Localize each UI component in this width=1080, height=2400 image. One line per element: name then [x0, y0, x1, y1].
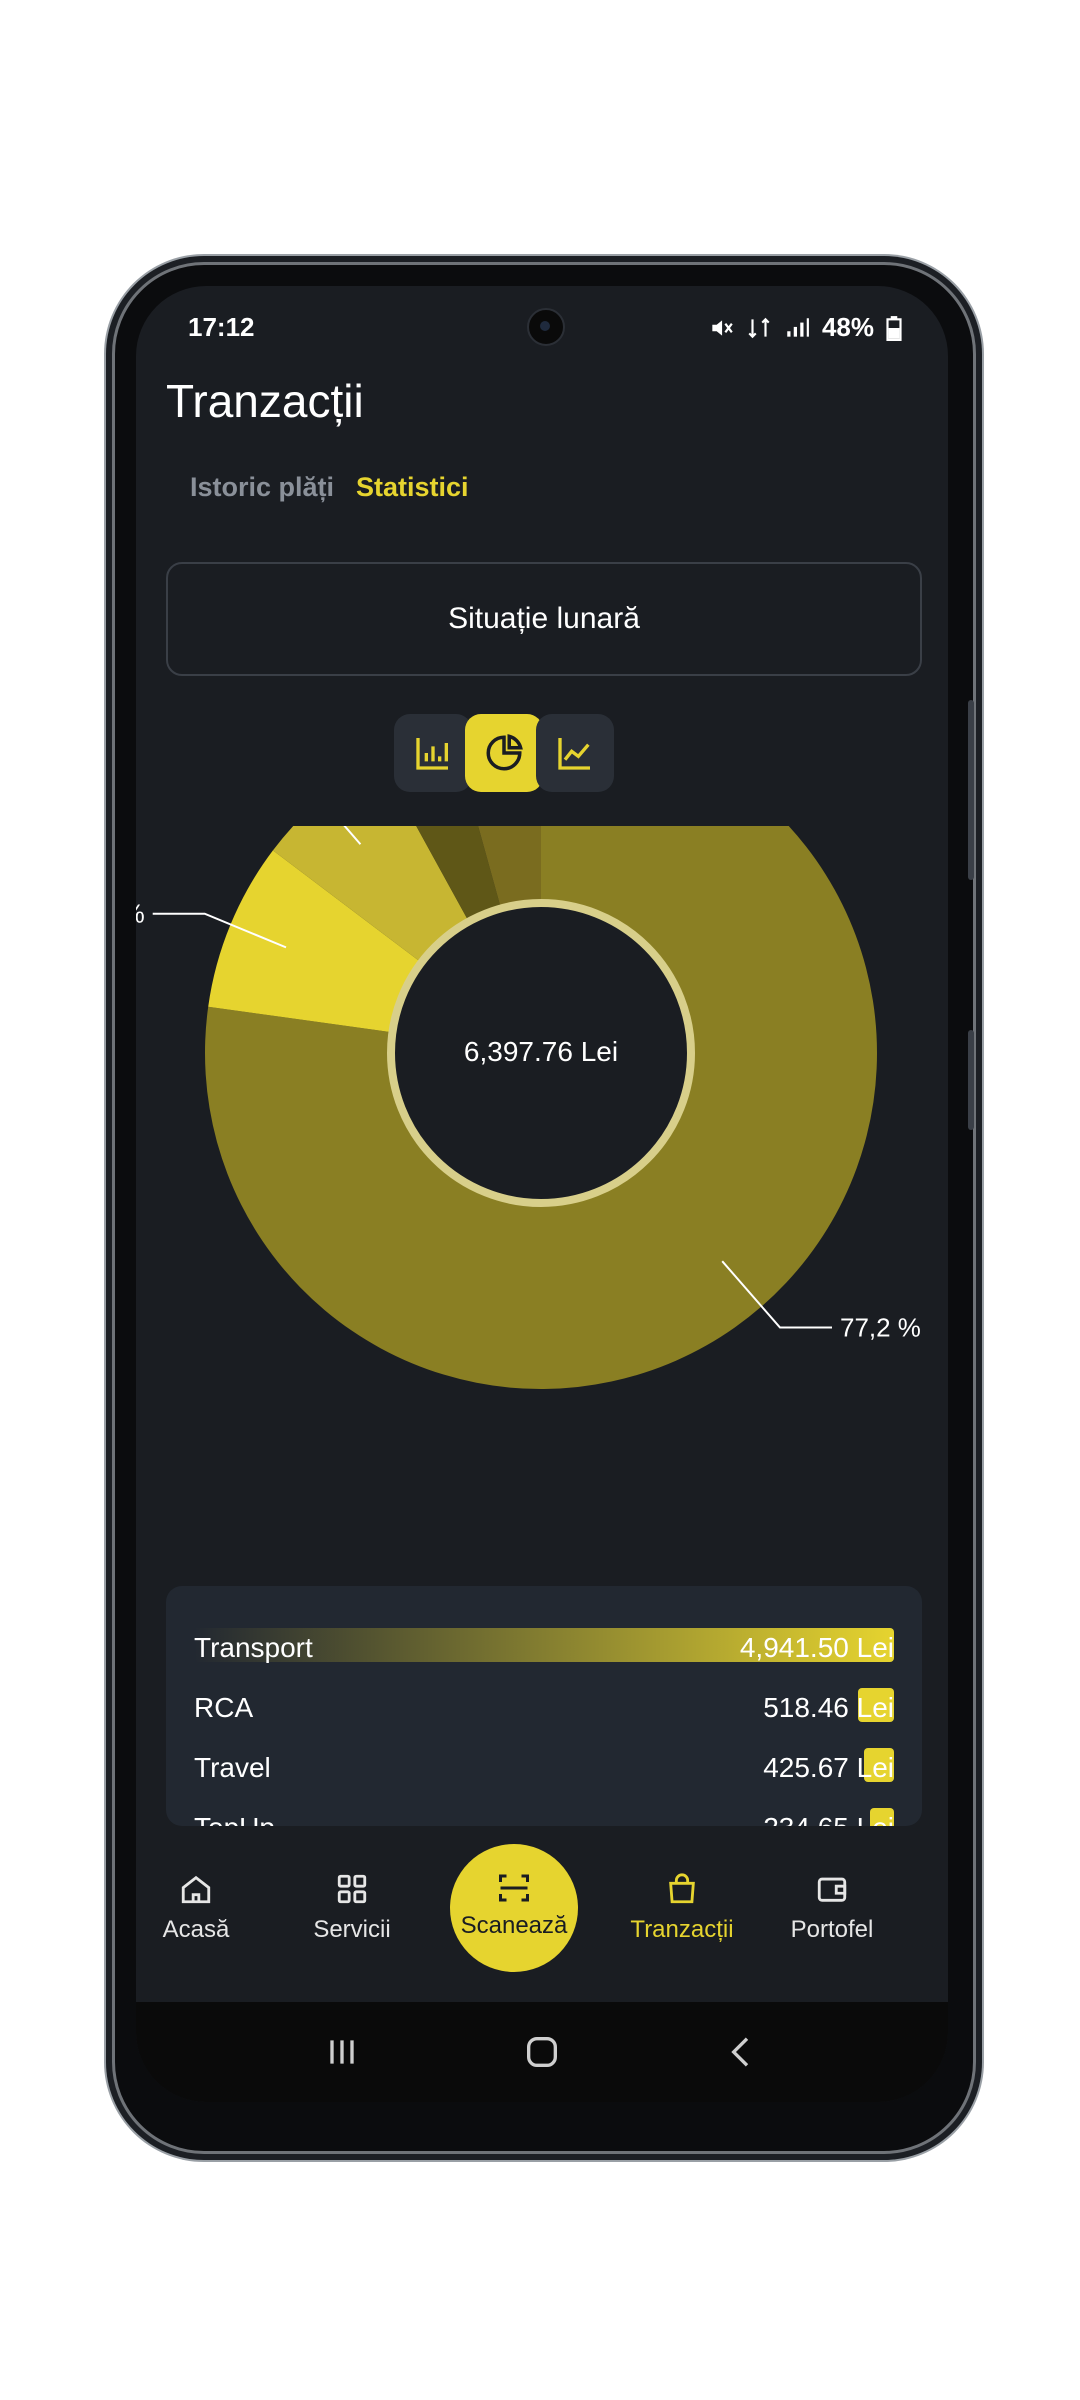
wallet-icon [817, 1877, 847, 1902]
line-chart-view-button[interactable] [536, 714, 614, 792]
front-camera [527, 308, 565, 346]
nav-scan-button[interactable]: Scanează [450, 1844, 578, 1972]
home-circle-icon[interactable] [522, 2032, 562, 2072]
page-title: Tranzacții [166, 375, 364, 427]
recent-apps-icon[interactable] [322, 2032, 362, 2072]
mute-icon [712, 319, 733, 336]
tab-statistics[interactable]: Statistici [356, 472, 469, 503]
battery-percent: 48% [821, 312, 874, 342]
shopping-bag-icon [669, 1873, 695, 1904]
scan-icon [499, 1874, 529, 1902]
status-icons: 48% [708, 312, 902, 343]
signal-icon [787, 317, 809, 337]
status-time: 17:12 [188, 312, 255, 342]
network-icon [748, 317, 770, 338]
breakdown-amount: 518.46 Lei [763, 1692, 894, 1723]
tab-payment-history[interactable]: Istoric plăți [190, 472, 334, 503]
pie-slice-label: 8,1 % [136, 899, 145, 929]
nav-services-label: Servicii [313, 1916, 391, 1943]
breakdown-category: Travel [194, 1752, 271, 1783]
bar-chart-view-button[interactable] [394, 714, 472, 792]
chart-center-total: 6,397.76 Lei [464, 1036, 618, 1067]
pie-slice-label: 77,2 % [840, 1313, 921, 1343]
category-breakdown-list: Transport 4,941.50 Lei RCA 518.46 Lei Tr… [166, 1586, 922, 1826]
home-icon [181, 1875, 211, 1904]
line-chart-icon [558, 738, 590, 770]
breakdown-amount: 4,941.50 Lei [739, 1632, 894, 1663]
system-navigation-bar [136, 2002, 948, 2102]
tab-bar: Istoric plăți Statistici [166, 472, 922, 542]
pie-chart-view-button[interactable] [465, 714, 543, 792]
nav-home-label: Acasă [162, 1916, 230, 1943]
breakdown-amount: 234.65 Lei [763, 1812, 894, 1826]
nav-transactions-label: Tranzacții [630, 1916, 734, 1943]
period-selector[interactable]: Situație lunară [166, 562, 922, 676]
breakdown-category: TopUp [194, 1812, 275, 1826]
volume-button [968, 700, 974, 880]
nav-scan-label: Scanează [460, 1912, 568, 1939]
breakdown-category: RCA [194, 1692, 254, 1723]
nav-home[interactable]: Acasă [136, 1872, 266, 1944]
bar-chart-icon [416, 738, 448, 770]
breakdown-row-topup[interactable]: TopUp 234.65 Lei [194, 1808, 894, 1826]
nav-wallet[interactable]: Portofel [762, 1872, 902, 1944]
nav-wallet-label: Portofel [790, 1916, 874, 1943]
breakdown-row-transport[interactable]: Transport 4,941.50 Lei [194, 1628, 894, 1668]
period-label: Situație lunară [448, 602, 640, 635]
breakdown-amount: 425.67 Lei [763, 1752, 894, 1783]
nav-services[interactable]: Servicii [282, 1872, 422, 1944]
pie-chart-icon [486, 734, 523, 771]
donut-chart: 77,2 %8,1 %6,7 %3,7 %4,3 % 6,397.76 Lei [136, 826, 921, 1389]
power-button [968, 1030, 974, 1130]
breakdown-row-rca[interactable]: RCA 518.46 Lei [194, 1688, 894, 1728]
app-screen: 17:12 48% Tranzacții Istoric plăți Stati… [136, 286, 948, 2102]
back-icon[interactable] [722, 2032, 762, 2072]
battery-icon [886, 315, 902, 341]
nav-transactions[interactable]: Tranzacții [612, 1872, 752, 1944]
breakdown-category: Transport [194, 1632, 313, 1663]
bottom-navigation: Acasă Servicii Scanează Tranzacții Porto… [136, 1826, 948, 2002]
grid-icon [337, 1874, 367, 1904]
breakdown-row-travel[interactable]: Travel 425.67 Lei [194, 1748, 894, 1788]
